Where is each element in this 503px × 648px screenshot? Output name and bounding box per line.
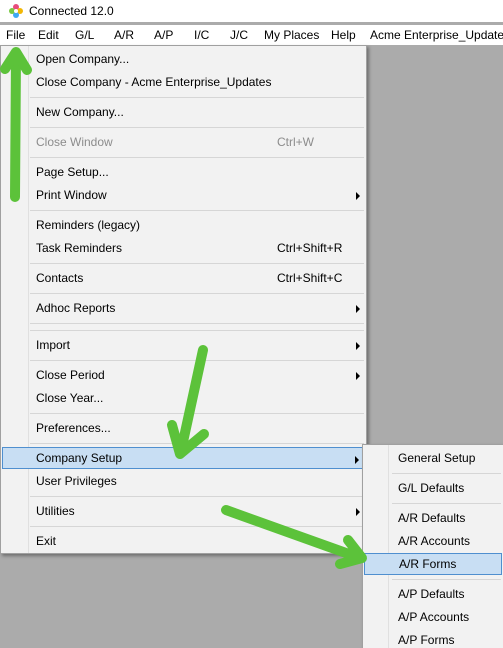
menu-item-utilities[interactable]: Utilities [2,500,365,522]
submenu-arrow-icon [356,508,360,516]
menu-ic[interactable]: I/C [194,27,209,43]
menu-item-label: Print Window [36,188,107,202]
menu-separator [30,263,364,264]
menu-item-label: Preferences... [36,421,111,435]
menu-item-close-window[interactable]: Close Window Ctrl+W [2,131,365,153]
menu-item-page-setup[interactable]: Page Setup... [2,161,365,183]
menu-item-close-period[interactable]: Close Period [2,364,365,386]
menu-item-label: Import [36,338,71,352]
menu-item-reminders-legacy[interactable]: Reminders (legacy) [2,214,365,236]
menu-separator [392,473,501,474]
menu-item-open-company[interactable]: Open Company... [2,48,365,70]
menu-item-label: A/P Forms [398,633,455,647]
menu-item-label: A/R Forms [399,557,457,571]
submenu-item-ar-accounts[interactable]: A/R Accounts [364,530,502,552]
menu-item-label: New Company... [36,105,124,119]
menu-item-label: Page Setup... [36,165,109,179]
menu-item-label: Reminders (legacy) [36,218,141,232]
menu-item-label: General Setup [398,451,476,465]
menu-separator [30,293,364,294]
menu-company-name[interactable]: Acme Enterprise_Updates [370,27,503,43]
menu-separator [30,97,364,98]
submenu-item-gl-defaults[interactable]: G/L Defaults [364,477,502,499]
menu-item-close-year[interactable]: Close Year... [2,387,365,409]
menu-item-task-reminders[interactable]: Task Reminders Ctrl+Shift+R [2,237,365,259]
menu-item-print-window[interactable]: Print Window [2,184,365,206]
menu-item-label: Close Window [36,135,113,149]
menu-item-label: A/R Defaults [398,511,466,525]
menu-separator [30,360,364,361]
menu-bar: File Edit G/L A/R A/P I/C J/C My Places … [0,25,503,45]
menu-item-shortcut: Ctrl+W [277,135,314,149]
submenu-item-ap-accounts[interactable]: A/P Accounts [364,606,502,628]
menu-item-adhoc-reports[interactable]: Adhoc Reports [2,297,365,319]
submenu-arrow-icon [356,192,360,200]
menu-jc[interactable]: J/C [230,27,248,43]
menu-item-company-setup[interactable]: Company Setup [2,447,365,469]
menu-item-close-company[interactable]: Close Company - Acme Enterprise_Updates [2,71,365,93]
menu-separator [30,330,364,331]
menu-edit[interactable]: Edit [38,27,59,43]
menu-separator [30,496,364,497]
menu-item-label: A/P Accounts [398,610,470,624]
menu-ap[interactable]: A/P [154,27,173,43]
submenu-arrow-icon [355,456,359,464]
menu-separator [30,443,364,444]
menu-item-label: Company Setup [36,451,123,465]
title-bar: Connected 12.0 [0,0,503,22]
file-menu: Open Company... Close Company - Acme Ent… [0,45,367,554]
menu-item-shortcut: Ctrl+Shift+C [277,271,343,285]
submenu-item-general-setup[interactable]: General Setup [364,447,502,469]
submenu-item-ap-defaults[interactable]: A/P Defaults [364,583,502,605]
submenu-arrow-icon [356,372,360,380]
submenu-item-ap-forms[interactable]: A/P Forms [364,629,502,648]
menu-item-label: Utilities [36,504,75,518]
app-logo-icon [9,4,23,18]
menu-separator [30,413,364,414]
menu-separator [30,157,364,158]
menu-item-label: Close Year... [36,391,104,405]
menu-help[interactable]: Help [331,27,356,43]
menu-item-new-company[interactable]: New Company... [2,101,365,123]
menu-separator [30,323,364,324]
submenu-arrow-icon [356,342,360,350]
menu-item-exit[interactable]: Exit [2,530,365,552]
menu-item-label: A/R Accounts [398,534,471,548]
menu-item-label: Adhoc Reports [36,301,116,315]
menu-item-shortcut: Ctrl+Shift+R [277,241,343,255]
menu-item-label: Close Company - Acme Enterprise_Updates [36,75,272,89]
menu-separator [30,526,364,527]
menu-item-label: User Privileges [36,474,117,488]
menu-item-label: Exit [36,534,57,548]
menu-item-preferences[interactable]: Preferences... [2,417,365,439]
menu-separator [30,210,364,211]
menu-item-contacts[interactable]: Contacts Ctrl+Shift+C [2,267,365,289]
menu-file[interactable]: File [6,27,25,43]
menu-gl[interactable]: G/L [75,27,94,43]
submenu-arrow-icon [356,305,360,313]
menu-item-label: Close Period [36,368,105,382]
menu-item-label: G/L Defaults [398,481,465,495]
menu-item-user-privileges[interactable]: User Privileges [2,470,365,492]
menu-item-label: A/P Defaults [398,587,465,601]
submenu-item-ar-forms[interactable]: A/R Forms [364,553,502,575]
menu-item-label: Open Company... [36,52,130,66]
menu-ar[interactable]: A/R [114,27,134,43]
menu-item-label: Contacts [36,271,84,285]
window-title: Connected 12.0 [29,4,114,18]
menu-separator [392,503,501,504]
company-setup-submenu: General Setup G/L Defaults A/R Defaults … [362,444,503,648]
menu-separator [392,579,501,580]
menu-separator [30,127,364,128]
menu-item-import[interactable]: Import [2,334,365,356]
menu-my-places[interactable]: My Places [264,27,319,43]
menu-item-label: Task Reminders [36,241,123,255]
submenu-item-ar-defaults[interactable]: A/R Defaults [364,507,502,529]
